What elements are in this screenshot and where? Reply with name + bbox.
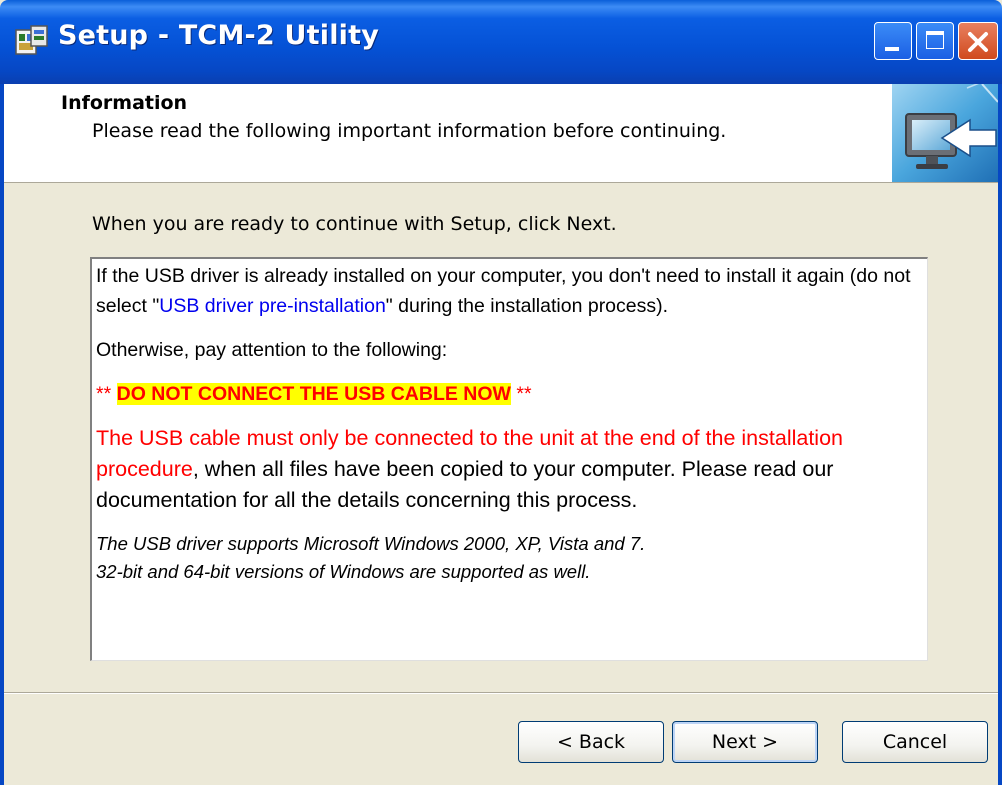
minimize-icon xyxy=(885,47,899,51)
memo-paragraph: If the USB driver is already installed o… xyxy=(96,261,923,321)
monitor-arrow-icon xyxy=(892,84,998,182)
instruction-text: When you are ready to continue with Setu… xyxy=(92,213,617,235)
close-button[interactable] xyxy=(958,22,998,60)
setup-window: Setup - TCM-2 Utility Information Please… xyxy=(0,0,1002,785)
page-subtitle: Please read the following important info… xyxy=(92,120,727,142)
next-button[interactable]: Next > xyxy=(672,721,818,763)
window-title: Setup - TCM-2 Utility xyxy=(58,20,380,51)
maximize-button[interactable] xyxy=(916,22,954,60)
support-line: The USB driver supports Microsoft Window… xyxy=(96,533,646,554)
setup-app-icon xyxy=(15,25,48,55)
close-icon xyxy=(968,32,988,52)
footer-divider xyxy=(4,692,998,694)
window-border-right xyxy=(998,84,1002,785)
maximize-icon xyxy=(926,31,944,49)
information-memo[interactable]: If the USB driver is already installed o… xyxy=(90,257,928,661)
usb-driver-option-text: USB driver pre-installation xyxy=(159,295,386,317)
title-bar[interactable]: Setup - TCM-2 Utility xyxy=(0,0,1002,84)
warning-line: ** DO NOT CONNECT THE USB CABLE NOW ** xyxy=(96,379,923,409)
back-button[interactable]: < Back xyxy=(518,721,664,763)
memo-text: " during the installation process). xyxy=(385,295,669,317)
wizard-header: Information Please read the following im… xyxy=(4,84,998,183)
minimize-button[interactable] xyxy=(874,22,912,60)
memo-paragraph: Otherwise, pay attention to the followin… xyxy=(96,339,448,361)
warning-stars: ** xyxy=(96,383,117,405)
page-title: Information xyxy=(61,92,188,114)
warning-text: DO NOT CONNECT THE USB CABLE NOW xyxy=(116,383,511,405)
cancel-button[interactable]: Cancel xyxy=(842,721,988,763)
memo-paragraph: The USB cable must only be connected to … xyxy=(96,423,923,516)
warning-stars: ** xyxy=(510,383,532,405)
window-border-left xyxy=(0,84,4,785)
memo-text: , when all files have been copied to you… xyxy=(96,457,834,512)
support-note: The USB driver supports Microsoft Window… xyxy=(96,530,923,586)
memo-content: If the USB driver is already installed o… xyxy=(96,261,923,658)
support-line: 32-bit and 64-bit versions of Windows ar… xyxy=(96,561,591,582)
